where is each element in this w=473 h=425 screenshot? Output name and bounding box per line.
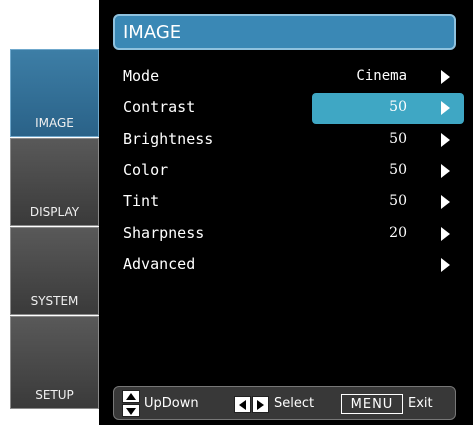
menu-item-label: Sharpness	[123, 224, 205, 242]
arrow-right-icon[interactable]	[441, 227, 450, 241]
tab-setup-label: SETUP	[35, 388, 74, 402]
menu-item-label: Contrast	[123, 98, 196, 116]
select-label: Select	[274, 396, 315, 411]
arrow-right-icon[interactable]	[441, 101, 450, 115]
arrow-right-icon[interactable]	[441, 164, 450, 178]
menu-item-label: Brightness	[123, 130, 214, 148]
help-bar: UpDown Select MENU Exit	[113, 386, 456, 420]
osd-menu-panel: IMAGE Mode Cinema Contrast 50 Brightness…	[99, 0, 473, 425]
menu-item-mode[interactable]: Mode Cinema	[99, 62, 473, 92]
tab-system[interactable]: SYSTEM	[10, 227, 99, 315]
menu-item-label: Mode	[123, 67, 160, 85]
arrow-up-icon	[122, 390, 140, 403]
menu-item-value: 50	[389, 131, 407, 147]
left-right-key-icon	[234, 396, 270, 413]
tab-display[interactable]: DISPLAY	[10, 138, 99, 226]
menu-key-icon: MENU	[341, 394, 403, 414]
menu-item-contrast[interactable]: Contrast 50	[99, 93, 473, 123]
tab-image-label: IMAGE	[35, 116, 74, 130]
menu-item-label: Tint	[123, 192, 160, 210]
tab-system-label: SYSTEM	[30, 294, 79, 308]
menu-item-brightness[interactable]: Brightness 50	[99, 125, 473, 155]
menu-item-value: 50	[389, 193, 407, 209]
arrow-left-icon	[234, 396, 251, 413]
exit-label: Exit	[408, 396, 433, 411]
menu-item-label: Color	[123, 161, 169, 179]
menu-item-tint[interactable]: Tint 50	[99, 187, 473, 217]
arrow-right-icon[interactable]	[441, 133, 450, 147]
menu-item-color[interactable]: Color 50	[99, 156, 473, 186]
arrow-right-icon[interactable]	[441, 195, 450, 209]
menu-item-label: Advanced	[123, 255, 196, 273]
updown-label: UpDown	[144, 396, 199, 411]
tab-display-label: DISPLAY	[29, 205, 80, 219]
sidebar: IMAGE DISPLAY SYSTEM SETUP	[10, 49, 99, 409]
page-title: IMAGE	[113, 14, 456, 50]
menu-key-label: MENU	[350, 396, 394, 412]
menu-item-value: 20	[389, 225, 407, 241]
page-title-text: IMAGE	[123, 21, 182, 43]
menu-item-value: Cinema	[356, 68, 407, 84]
arrow-down-icon	[122, 404, 140, 417]
arrow-right-key-icon	[252, 396, 269, 413]
tab-image[interactable]: IMAGE	[10, 49, 99, 137]
menu-item-value: 50	[389, 99, 407, 115]
arrow-right-icon[interactable]	[441, 258, 450, 272]
tab-setup[interactable]: SETUP	[10, 316, 99, 409]
menu-item-advanced[interactable]: Advanced	[99, 250, 473, 280]
menu-item-sharpness[interactable]: Sharpness 20	[99, 219, 473, 249]
updown-key-icon	[122, 390, 140, 418]
arrow-right-icon[interactable]	[441, 70, 450, 84]
menu-item-value: 50	[389, 162, 407, 178]
